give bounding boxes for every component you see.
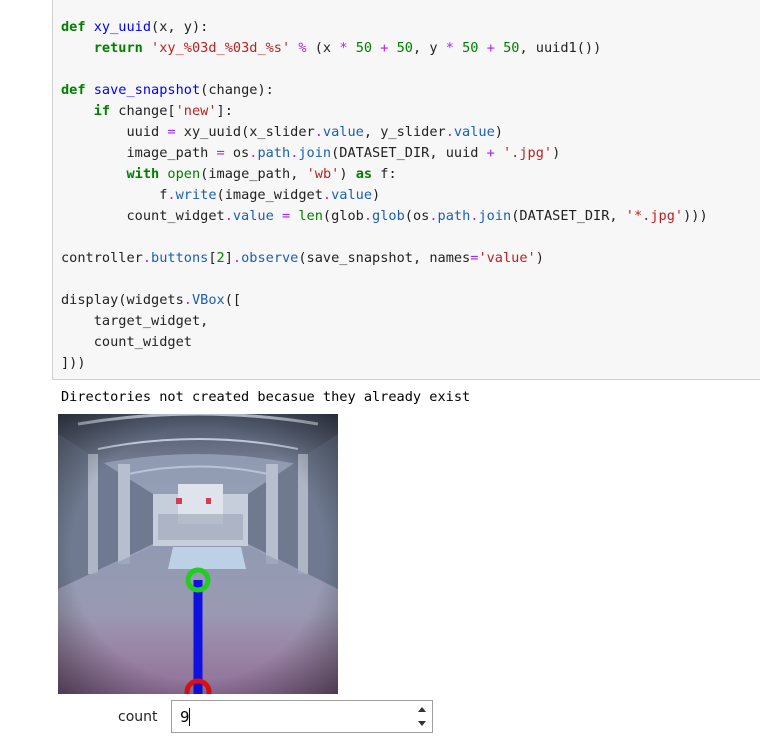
code-line-9: f.write(image_widget.value) bbox=[61, 187, 381, 203]
code-line-4: def save_snapshot(change): bbox=[61, 82, 274, 98]
count-spinner[interactable] bbox=[414, 703, 430, 730]
arrow-down-icon bbox=[418, 721, 426, 726]
text-caret bbox=[189, 708, 190, 726]
code-line-7: image_path = os.path.join(DATASET_DIR, u… bbox=[61, 145, 561, 161]
code-line-8: with open(image_path, 'wb') as f: bbox=[126, 166, 397, 182]
spinner-up-button[interactable] bbox=[414, 703, 430, 716]
code-line-6: uuid = xy_uuid(x_slider.value, y_slider.… bbox=[61, 124, 503, 140]
code-line-17: ])) bbox=[61, 355, 86, 371]
count-number-input[interactable]: 9 bbox=[171, 700, 433, 733]
code-line-16: count_widget bbox=[61, 334, 192, 350]
code-editor[interactable]: def xy_uuid(x, y): return 'xy_%03d_%03d_… bbox=[61, 17, 708, 374]
count-widget: count 9 bbox=[58, 700, 438, 734]
code-line-2: return 'xy_%03d_%03d_%s' % (x * 50 + 50,… bbox=[93, 40, 602, 56]
spinner-down-button[interactable] bbox=[414, 717, 430, 730]
code-line-1: def xy_uuid(x, y): bbox=[61, 19, 209, 35]
arrow-up-icon bbox=[418, 707, 426, 712]
camera-feed-image bbox=[58, 414, 338, 694]
code-line-12: controller.buttons[2].observe(save_snaps… bbox=[61, 250, 544, 266]
code-line-5: if change['new']: bbox=[93, 103, 233, 119]
code-line-14: display(widgets.VBox([ bbox=[61, 292, 242, 308]
code-line-10: count_widget.value = len(glob.glob(os.pa… bbox=[61, 208, 708, 224]
code-line-15: target_widget, bbox=[61, 313, 209, 329]
count-label: count bbox=[118, 709, 158, 725]
output-message: Directories not created becasue they alr… bbox=[61, 389, 471, 405]
